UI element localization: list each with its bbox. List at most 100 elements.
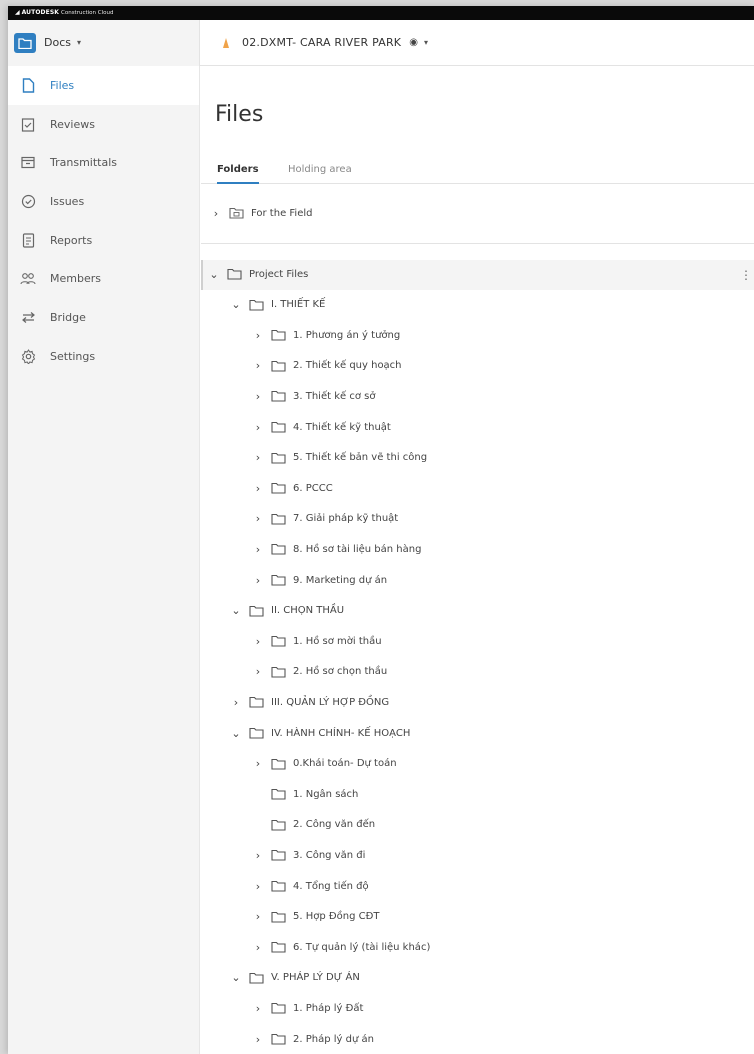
sidebar-item-members[interactable]: Members <box>8 259 199 298</box>
chevron-right-icon[interactable]: › <box>253 451 263 464</box>
tree-row[interactable]: › 5. Thiết kế bản vẽ thi công <box>253 444 427 472</box>
chevron-right-icon[interactable]: › <box>253 329 263 342</box>
folder-name: 1. Phương án ý tưởng <box>293 329 401 341</box>
chevron-right-icon[interactable]: › <box>231 696 241 709</box>
chevron-down-icon[interactable]: ⌄ <box>231 298 241 311</box>
module-switcher[interactable]: Docs ▾ <box>8 19 200 66</box>
chevron-right-icon[interactable]: › <box>253 390 263 403</box>
folder-icon <box>271 451 287 464</box>
chevron-right-icon[interactable]: › <box>253 421 263 434</box>
folder-name: Project Files <box>249 268 309 280</box>
sidebar-item-transmittals[interactable]: Transmittals <box>8 143 199 182</box>
page-title: Files <box>215 102 264 127</box>
folder-icon <box>271 818 287 831</box>
tab-folders[interactable]: Folders <box>217 164 259 184</box>
tree-row[interactable]: › 3. Thiết kế cơ sở <box>253 382 376 410</box>
tree-row[interactable]: › 2. Hồ sơ chọn thầu <box>253 658 387 686</box>
sidebar-item-bridge[interactable]: Bridge <box>8 298 199 337</box>
folder-icon <box>249 696 265 709</box>
chevron-right-icon[interactable]: › <box>253 512 263 525</box>
chevron-down-icon[interactable]: ⌄ <box>231 971 241 984</box>
tree-row[interactable]: › 1. Hồ sơ mời thầu <box>253 627 382 655</box>
tree-row[interactable]: ⌄ I. THIẾT KẾ <box>231 291 325 319</box>
project-name: 02.DXMT- CARA RIVER PARK <box>242 36 402 49</box>
top-bar: Docs ▾ 02.DXMT- CARA RIVER PARK ◉ ▾ <box>8 19 754 66</box>
sidebar-item-files[interactable]: Files <box>8 66 199 105</box>
tree-row[interactable]: › 7. Giải pháp kỹ thuật <box>253 505 398 533</box>
sidebar-item-settings[interactable]: Settings <box>8 337 199 376</box>
chevron-right-icon[interactable]: › <box>253 880 263 893</box>
file-icon <box>20 77 36 93</box>
chevron-right-icon[interactable]: › <box>253 910 263 923</box>
folder-name: 1. Ngân sách <box>293 788 359 800</box>
chevron-right-icon[interactable]: › <box>253 665 263 678</box>
tree-row[interactable]: › 6. Tự quản lý (tài liệu khác) <box>253 933 431 961</box>
sidebar-item-issues[interactable]: Issues <box>8 182 199 221</box>
tree-row[interactable]: › III. QUẢN LÝ HỢP ĐỒNG <box>231 688 389 716</box>
chevron-right-icon[interactable]: › <box>253 1033 263 1046</box>
transmittals-icon <box>20 155 36 171</box>
sidebar-item-label: Members <box>50 272 101 286</box>
project-switcher[interactable]: 02.DXMT- CARA RIVER PARK ◉ ▾ <box>200 36 428 49</box>
tree-row[interactable]: › 4. Thiết kế kỹ thuật <box>253 413 391 441</box>
folder-name: IV. HÀNH CHÍNH- KẾ HOẠCH <box>271 727 411 739</box>
chevron-right-icon[interactable]: › <box>253 482 263 495</box>
chevron-right-icon[interactable]: › <box>253 941 263 954</box>
folder-icon <box>271 390 287 403</box>
tree-row[interactable]: ⌄ II. CHỌN THẦU <box>231 597 344 625</box>
tree-row[interactable]: › 6. PCCC <box>253 474 333 502</box>
sidebar-item-reviews[interactable]: Reviews <box>8 105 199 144</box>
chevron-down-icon[interactable]: ⌄ <box>231 604 241 617</box>
chevron-down-icon: ▾ <box>76 38 81 47</box>
sidebar-item-label: Reports <box>50 233 93 247</box>
folder-icon <box>271 757 287 770</box>
folder-icon <box>271 421 287 434</box>
tree-row[interactable]: ›1. Ngân sách <box>253 780 358 808</box>
folder-name: II. CHỌN THẦU <box>271 605 345 617</box>
folder-icon <box>271 635 287 648</box>
tree-row[interactable]: › 2. Thiết kế quy hoạch <box>253 352 402 380</box>
bridge-icon <box>20 309 36 325</box>
tree-row[interactable]: › 1. Pháp lý Đất <box>253 994 364 1022</box>
chevron-right-icon[interactable]: › <box>253 635 263 648</box>
module-label: Docs <box>44 36 71 49</box>
more-options-icon[interactable]: ⋮ <box>740 268 752 282</box>
chevron-right-icon[interactable]: › <box>253 359 263 372</box>
chevron-right-icon[interactable]: › <box>211 207 221 220</box>
tree-row[interactable]: ›2. Công văn đến <box>253 811 375 839</box>
tree-row[interactable]: › 5. Hợp Đồng CĐT <box>253 903 380 931</box>
tree-row[interactable]: ⌄ V. PHÁP LÝ DỰ ÁN <box>231 964 359 992</box>
folder-icon <box>271 329 287 342</box>
tree-row[interactable]: ⌄ IV. HÀNH CHÍNH- KẾ HOẠCH <box>231 719 410 747</box>
chevron-right-icon[interactable]: › <box>253 849 263 862</box>
folder-name: 4. Tổng tiến độ <box>293 880 369 892</box>
sidebar-item-reports[interactable]: Reports <box>8 221 199 260</box>
tree-row[interactable]: › 0.Khái toán- Dự toán <box>253 750 397 778</box>
tab-holding-area[interactable]: Holding area <box>288 164 352 184</box>
tree-row[interactable]: › 4. Tổng tiến độ <box>253 872 369 900</box>
reports-icon <box>20 232 36 248</box>
chevron-right-icon[interactable]: › <box>253 543 263 556</box>
folder-name: 0.Khái toán- Dự toán <box>293 758 397 770</box>
tree-row[interactable]: › 8. Hồ sơ tài liệu bán hàng <box>253 535 422 563</box>
members-icon <box>20 271 36 287</box>
chevron-down-icon[interactable]: ⌄ <box>231 727 241 740</box>
folder-name: 2. Thiết kế quy hoạch <box>293 360 402 372</box>
sidebar-item-label: Files <box>50 78 75 92</box>
globe-icon: ◉ <box>409 37 418 48</box>
tree-row[interactable]: ⌄ Project Files <box>209 260 308 288</box>
sidebar-item-label: Reviews <box>50 117 95 131</box>
chevron-right-icon[interactable]: › <box>253 757 263 770</box>
chevron-right-icon[interactable]: › <box>253 1002 263 1015</box>
tree-row[interactable]: › 2. Pháp lý dự án <box>253 1025 374 1053</box>
tree-row[interactable]: › 9. Marketing dự án <box>253 566 387 594</box>
folder-name: III. QUẢN LÝ HỢP ĐỒNG <box>271 696 390 708</box>
tree-row[interactable]: › 1. Phương án ý tưởng <box>253 321 400 349</box>
folder-row-for-the-field[interactable]: › For the Field <box>211 199 313 227</box>
field-folder-icon <box>229 207 245 220</box>
brand-product: Construction Cloud <box>61 10 114 16</box>
chevron-down-icon[interactable]: ⌄ <box>209 268 219 281</box>
tree-row[interactable]: › 3. Công văn đi <box>253 841 366 869</box>
folder-icon <box>249 727 265 740</box>
chevron-right-icon[interactable]: › <box>253 574 263 587</box>
